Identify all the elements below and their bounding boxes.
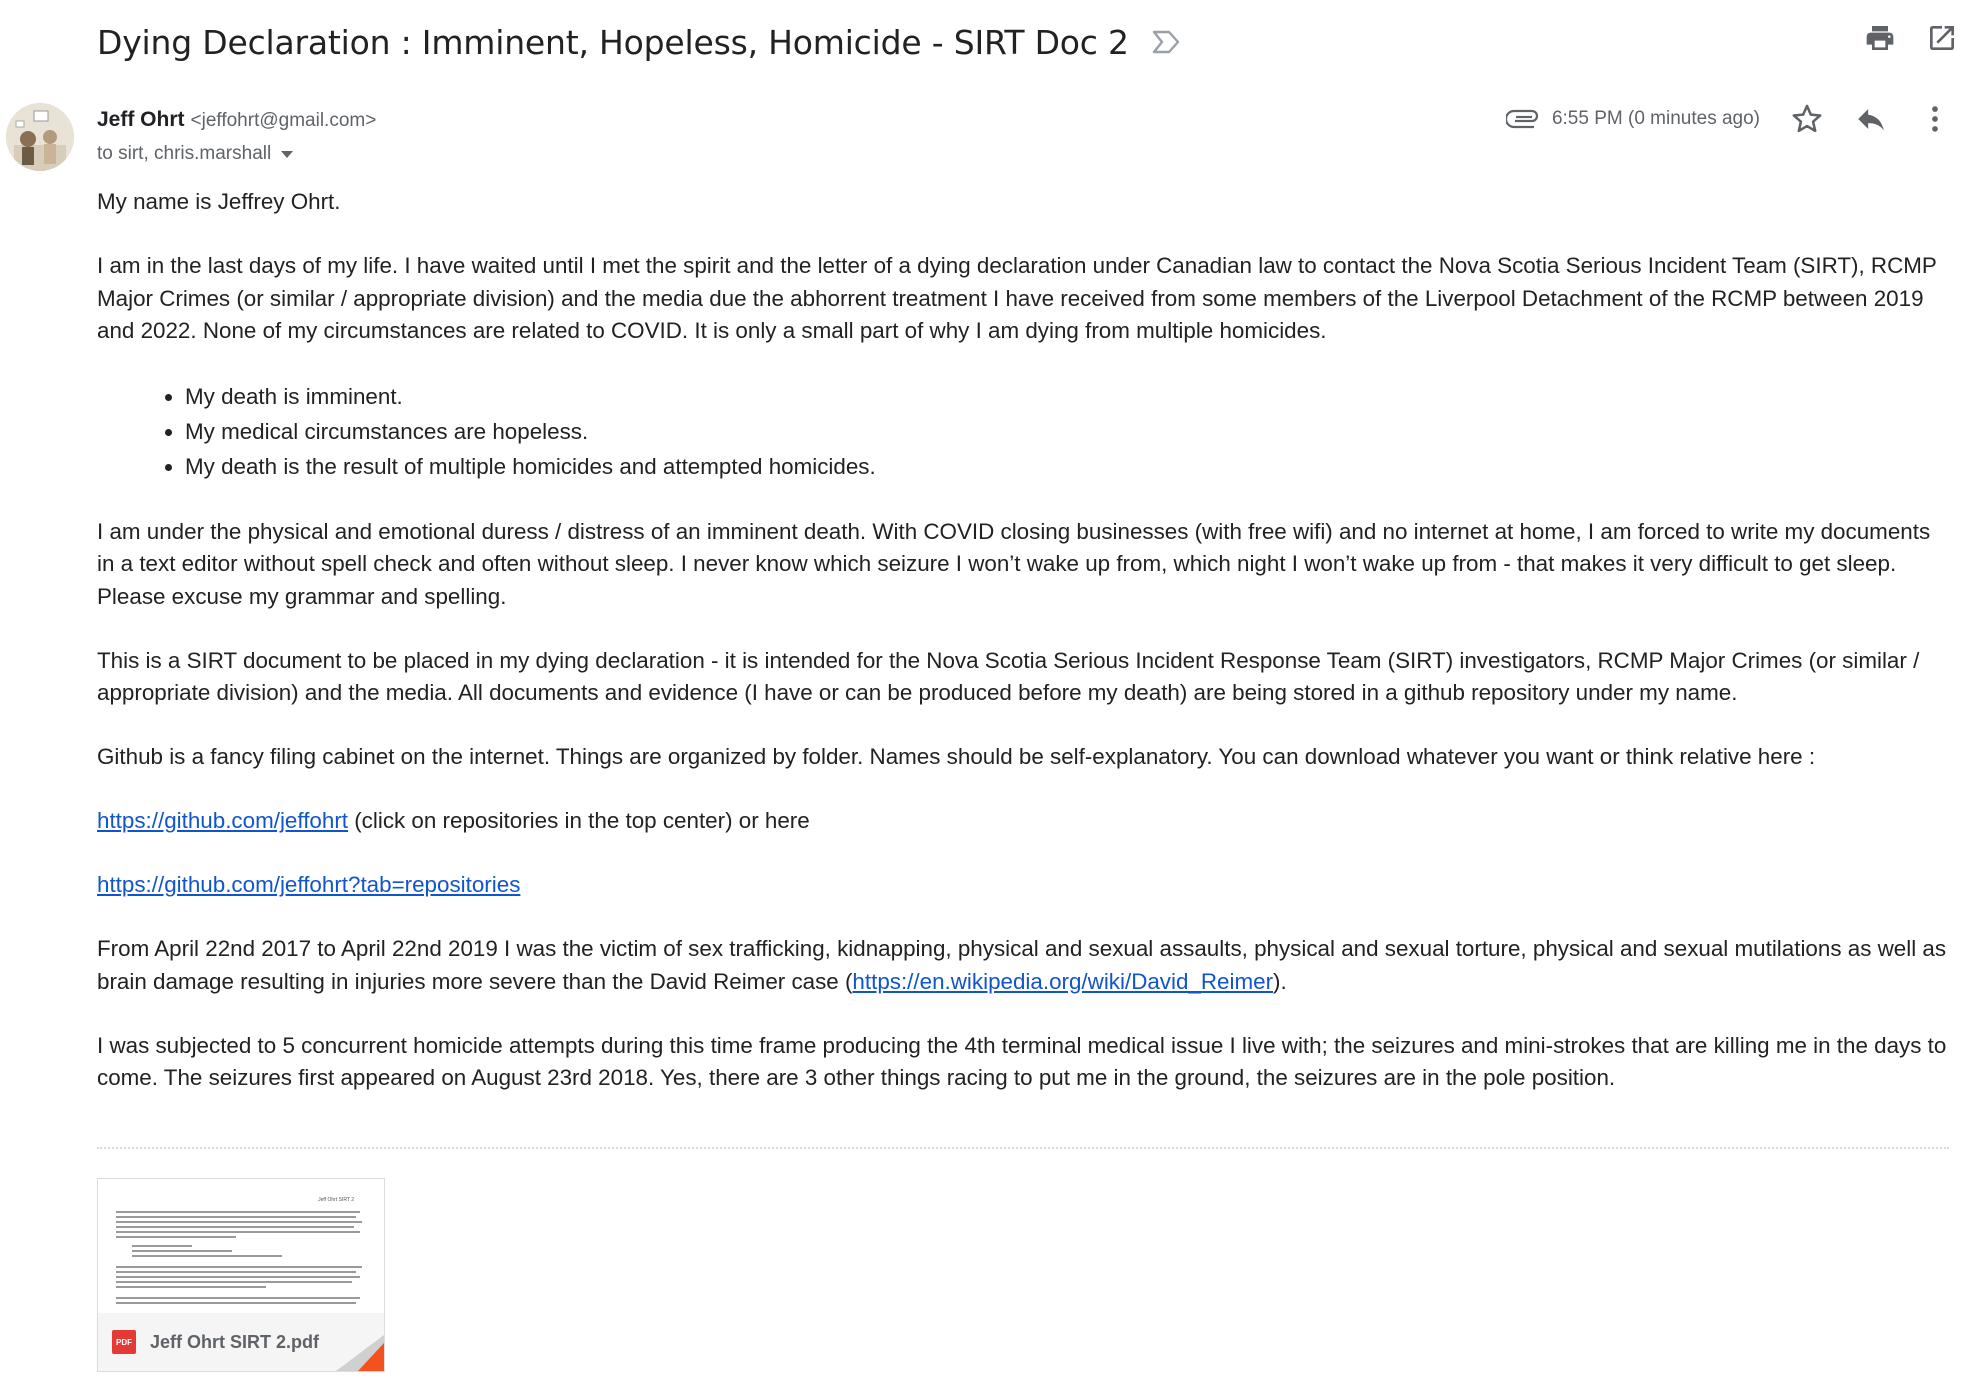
subject-row: Dying Declaration : Imminent, Hopeless, … bbox=[97, 18, 1181, 66]
body-paragraph: Github is a fancy filing cabinet on the … bbox=[97, 744, 1816, 769]
body-paragraph: https://github.com/jeffohrt (click on re… bbox=[97, 805, 1947, 838]
body-paragraph: I was subjected to 5 concurrent homicide… bbox=[97, 1032, 1947, 1091]
list-item: My medical circumstances are hopeless. bbox=[185, 414, 1947, 449]
message-body: My name is Jeffrey Ohrt. I am in the las… bbox=[97, 186, 1947, 1126]
list-item: My death is the result of multiple homic… bbox=[185, 449, 1947, 484]
paperclip-icon bbox=[1505, 109, 1538, 129]
sender-line: Jeff Ohrt <jeffohrt@gmail.com> bbox=[97, 108, 376, 132]
recipients-label: to sirt, chris.marshall bbox=[97, 143, 272, 164]
print-icon[interactable] bbox=[1864, 22, 1896, 54]
more-vert-icon[interactable] bbox=[1918, 102, 1952, 136]
attachment-divider bbox=[97, 1147, 1949, 1149]
body-paragraph: I am under the physical and emotional du… bbox=[97, 518, 1931, 609]
list-item: My death is imminent. bbox=[185, 379, 1947, 414]
body-paragraph: My name is Jeffrey Ohrt. bbox=[97, 189, 341, 214]
body-paragraph: From April 22nd 2017 to April 22nd 2019 … bbox=[97, 933, 1947, 998]
sender-email: <jeffohrt@gmail.com> bbox=[190, 110, 377, 131]
important-marker-icon[interactable] bbox=[1151, 29, 1181, 55]
message-time: 6:55 PM (0 minutes ago) bbox=[1551, 108, 1760, 129]
preview-header: Jeff Ohrt SIRT 2 bbox=[318, 1197, 354, 1203]
page-fold-icon bbox=[336, 1335, 384, 1371]
github-profile-link[interactable]: https://github.com/jeffohrt bbox=[97, 808, 348, 833]
wikipedia-link[interactable]: https://en.wikipedia.org/wiki/David_Reim… bbox=[852, 969, 1273, 994]
attachment-preview: Jeff Ohrt SIRT 2 bbox=[98, 1179, 384, 1313]
body-paragraph: This is a SIRT document to be placed in … bbox=[97, 647, 1920, 706]
message-meta: 6:55 PM (0 minutes ago) bbox=[1505, 102, 1952, 136]
link-trailing-text: (click on repositories in the top center… bbox=[348, 808, 810, 833]
sender-name[interactable]: Jeff Ohrt bbox=[97, 108, 185, 132]
attachment-card[interactable]: Jeff Ohrt SIRT 2 PDF Jeff Ohrt SIRT 2.pd… bbox=[97, 1178, 385, 1372]
show-details-dropdown[interactable] bbox=[281, 150, 294, 158]
attachment-file-name: Jeff Ohrt SIRT 2.pdf bbox=[150, 1331, 320, 1352]
body-paragraph: https://github.com/jeffohrt?tab=reposito… bbox=[97, 869, 1947, 902]
bullet-list: My death is imminent. My medical circums… bbox=[97, 379, 1947, 484]
pdf-icon: PDF bbox=[112, 1330, 136, 1354]
avatar[interactable] bbox=[6, 103, 74, 171]
top-actions bbox=[1864, 22, 1958, 54]
recipients: to sirt, chris.marshall bbox=[97, 143, 294, 165]
star-icon[interactable] bbox=[1790, 102, 1824, 136]
paragraph-text: ). bbox=[1273, 968, 1287, 994]
github-repositories-link[interactable]: https://github.com/jeffohrt?tab=reposito… bbox=[97, 872, 520, 897]
reply-icon[interactable] bbox=[1854, 102, 1888, 136]
body-paragraph: I am in the last days of my life. I have… bbox=[97, 253, 1937, 343]
email-subject: Dying Declaration : Imminent, Hopeless, … bbox=[97, 22, 1129, 62]
open-in-new-window-icon[interactable] bbox=[1926, 22, 1958, 54]
